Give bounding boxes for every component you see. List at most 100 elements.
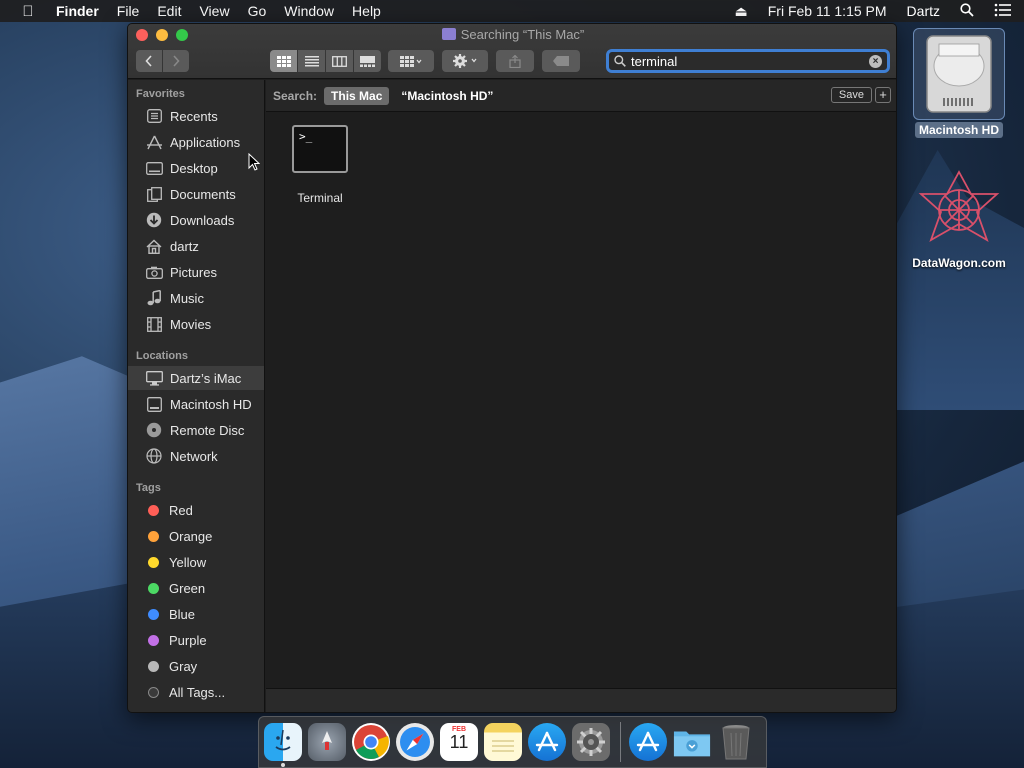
menu-go[interactable]: Go	[239, 3, 276, 19]
share-icon	[509, 54, 521, 68]
result-item-terminal[interactable]: >_ Terminal	[292, 125, 348, 205]
sidebar-item-movies[interactable]: Movies	[128, 312, 264, 336]
sidebar-tag-blue[interactable]: Blue	[128, 602, 264, 626]
hard-drive-icon	[913, 28, 1005, 120]
dock-downloads-folder-icon[interactable]	[673, 723, 711, 761]
column-view-button[interactable]	[326, 50, 353, 72]
sidebar-item-label: Green	[169, 580, 206, 596]
user-menu[interactable]: Dartz	[907, 3, 940, 19]
sidebar-item-label: Movies	[170, 316, 212, 332]
menu-window[interactable]: Window	[275, 3, 343, 19]
dock-app-store-downloads-icon[interactable]	[629, 723, 667, 761]
sidebar-tag-yellow[interactable]: Yellow	[128, 550, 264, 574]
sidebar-item-home[interactable]: dartz	[128, 234, 264, 258]
gallery-view-button[interactable]	[354, 50, 381, 72]
menu-extras: ⏏ Fri Feb 11 1:15 PM Dartz	[715, 0, 1024, 22]
home-icon	[145, 238, 163, 254]
sidebar-item-desktop[interactable]: Desktop	[128, 156, 264, 180]
notification-center-icon[interactable]	[994, 3, 1012, 20]
menu-edit[interactable]: Edit	[148, 3, 190, 19]
spotlight-icon[interactable]	[960, 2, 974, 20]
tag-color-dot	[148, 634, 159, 646]
dock-launchpad-icon[interactable]	[308, 723, 346, 761]
search-icon	[614, 55, 626, 67]
clear-search-button[interactable]: ×	[869, 54, 882, 68]
sidebar-tag-purple[interactable]: Purple	[128, 628, 264, 652]
eject-icon[interactable]: ⏏	[735, 3, 748, 20]
sidebar-tag-red[interactable]: Red	[128, 498, 264, 522]
desktop-icon	[145, 160, 163, 176]
dock-calendar-icon[interactable]: FEB 11	[440, 723, 478, 761]
sidebar-item-network[interactable]: Network	[128, 444, 264, 468]
forward-button[interactable]	[163, 50, 189, 72]
result-item-label: Terminal	[297, 191, 343, 205]
status-bar	[266, 688, 896, 712]
search-scope-bar: Search: This Mac “Macintosh HD” Save +	[266, 80, 896, 112]
dock-app-store-icon[interactable]	[528, 723, 566, 761]
sidebar-tag-gray[interactable]: Gray	[128, 654, 264, 678]
search-field[interactable]: ×	[606, 49, 890, 73]
sidebar-item-remote-disc[interactable]: Remote Disc	[128, 418, 264, 442]
downloads-icon	[145, 212, 163, 228]
dock-safari-icon[interactable]	[396, 723, 434, 761]
menu-file[interactable]: File	[108, 3, 149, 19]
dock-system-preferences-icon[interactable]	[572, 723, 610, 761]
sidebar-item-documents[interactable]: Documents	[128, 182, 264, 206]
film-icon	[145, 316, 163, 332]
menu-help[interactable]: Help	[343, 3, 390, 19]
group-grid-icon	[400, 55, 422, 67]
sidebar-tag-orange[interactable]: Orange	[128, 524, 264, 548]
dock-trash-icon[interactable]	[717, 723, 755, 761]
sidebar-item-label: Yellow	[169, 554, 207, 570]
imac-icon	[145, 370, 163, 386]
scope-macintosh-hd-button[interactable]: “Macintosh HD”	[401, 89, 493, 103]
sidebar-item-applications[interactable]: Applications	[128, 130, 264, 154]
search-scope-label: Search:	[273, 88, 318, 103]
sidebar-item-label: Network	[170, 448, 218, 464]
sidebar-item-label: Red	[169, 502, 193, 518]
desktop-item-datawagon[interactable]: DataWagon.com	[909, 170, 1009, 270]
sidebar-section-favorites: Favorites	[136, 88, 185, 100]
desktop-item-label: DataWagon.com	[912, 256, 1006, 270]
sidebar-item-imac[interactable]: Dartz’s iMac	[128, 366, 264, 390]
search-input[interactable]	[631, 53, 869, 69]
share-button[interactable]	[496, 50, 534, 72]
icon-view-button[interactable]	[270, 50, 297, 72]
chevron-right-icon	[173, 55, 180, 67]
menu-view[interactable]: View	[190, 3, 238, 19]
group-by-button[interactable]	[388, 50, 434, 72]
all-tags-icon	[148, 686, 159, 698]
tag-color-dot	[148, 556, 159, 568]
sidebar-item-macintosh-hd[interactable]: Macintosh HD	[128, 392, 264, 416]
sidebar-section-tags: Tags	[136, 482, 161, 494]
desktop-item-label: Macintosh HD	[914, 122, 1003, 138]
tag-color-dot	[148, 582, 159, 594]
dock-notes-icon[interactable]	[484, 723, 522, 761]
dock-finder-icon[interactable]	[264, 723, 302, 767]
sidebar-item-music[interactable]: Music	[128, 286, 264, 310]
clock[interactable]: Fri Feb 11 1:15 PM	[768, 3, 887, 19]
sidebar-item-label: Downloads	[170, 212, 235, 228]
sidebar-item-label: All Tags...	[169, 684, 226, 700]
save-search-button[interactable]: Save	[830, 87, 872, 103]
list-view-button[interactable]	[298, 50, 325, 72]
scope-this-mac-button[interactable]: This Mac	[324, 86, 390, 105]
sidebar-all-tags[interactable]: All Tags...	[128, 680, 264, 704]
desktop-item-macintosh-hd[interactable]: Macintosh HD	[909, 28, 1009, 138]
terminal-app-icon: >_	[292, 125, 348, 173]
add-criteria-button[interactable]: +	[875, 87, 891, 103]
window-title: Searching “This Mac”	[460, 27, 585, 42]
sidebar-item-recents[interactable]: Recents	[128, 104, 264, 128]
chevron-left-icon	[145, 55, 152, 67]
music-note-icon	[145, 290, 163, 306]
menu-app-name[interactable]: Finder	[56, 3, 108, 19]
action-menu-button[interactable]	[442, 50, 488, 72]
dock-chrome-icon[interactable]	[352, 723, 390, 761]
sidebar-item-pictures[interactable]: Pictures	[128, 260, 264, 284]
back-button[interactable]	[136, 50, 162, 72]
sidebar-item-downloads[interactable]: Downloads	[128, 208, 264, 232]
apple-menu-icon[interactable]: 	[0, 3, 56, 20]
edit-tags-button[interactable]	[542, 50, 580, 72]
sidebar-item-label: Remote Disc	[170, 422, 245, 438]
sidebar-tag-green[interactable]: Green	[128, 576, 264, 600]
